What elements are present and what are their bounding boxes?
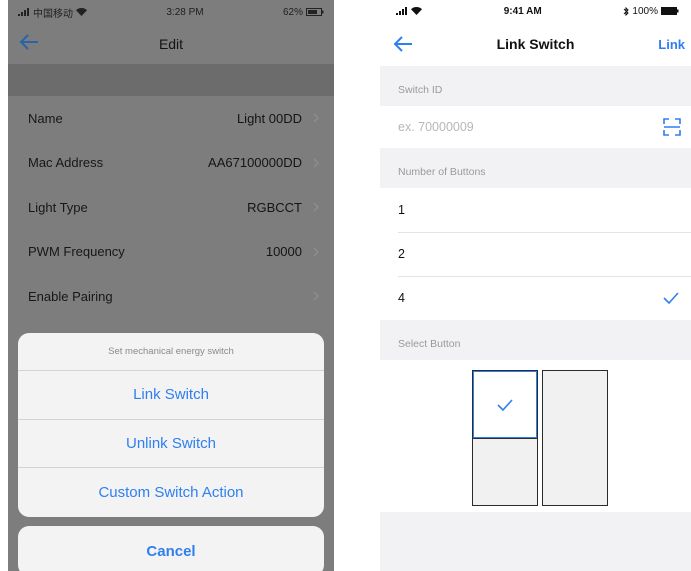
select-button-header: Select Button xyxy=(380,320,691,360)
back-arrow-icon[interactable] xyxy=(18,30,40,54)
battery-percent: 62% xyxy=(282,6,303,18)
link-button[interactable]: Link xyxy=(658,22,685,66)
row-label: PWM Frequency xyxy=(28,244,125,260)
page-title: Edit xyxy=(158,36,184,52)
link-switch-option[interactable]: Link Switch xyxy=(18,371,324,420)
nav-bar: Link Switch Link xyxy=(380,22,691,66)
battery-status: 100% xyxy=(623,6,679,17)
cancel-button[interactable]: Cancel xyxy=(18,526,324,571)
link-switch-screen: 9:41 AM 100% Link Switch Link Switch ID … xyxy=(380,0,691,571)
switch-id-header: Switch ID xyxy=(380,66,691,106)
back-arrow-icon[interactable] xyxy=(392,33,414,55)
signal-status xyxy=(396,7,422,15)
checkmark-icon xyxy=(497,398,513,411)
wifi-icon xyxy=(411,7,422,15)
bluetooth-icon xyxy=(624,6,630,16)
status-time: 9:41 AM xyxy=(503,5,542,17)
chevron-right-icon xyxy=(313,202,319,212)
row-light-type[interactable]: Light Type RGBCCT xyxy=(8,185,334,230)
button-count-option-1[interactable]: 1 xyxy=(380,188,691,232)
number-of-buttons-header: Number of Buttons xyxy=(380,148,691,188)
action-sheet: Set mechanical energy switch Link Switch… xyxy=(18,333,324,517)
carrier-name: 中国移动 xyxy=(33,8,73,20)
switch-panel-left xyxy=(472,370,538,506)
row-enable-pairing[interactable]: Enable Pairing xyxy=(8,274,334,319)
unlink-switch-option[interactable]: Unlink Switch xyxy=(18,420,324,469)
battery-icon xyxy=(305,8,324,16)
row-pwm-frequency[interactable]: PWM Frequency 10000 xyxy=(8,230,334,275)
chevron-right-icon xyxy=(313,113,319,123)
row-value: Light 00DD xyxy=(236,110,302,126)
option-label: 4 xyxy=(398,291,405,305)
bottom-space xyxy=(380,512,691,571)
row-label: Enable Pairing xyxy=(28,288,113,304)
switch-button-right[interactable] xyxy=(542,370,608,506)
option-label: 1 xyxy=(398,203,405,217)
signal-icon xyxy=(396,7,407,15)
action-sheet-title: Set mechanical energy switch xyxy=(18,333,324,371)
button-selector xyxy=(380,360,691,512)
row-value: 10000 xyxy=(265,244,302,260)
wifi-icon xyxy=(76,8,87,16)
option-label: 2 xyxy=(398,247,405,261)
battery-status: 62% xyxy=(283,7,324,18)
switch-button-top-left[interactable] xyxy=(473,371,537,438)
battery-icon xyxy=(661,7,679,15)
row-mac-address[interactable]: Mac Address AA67100000DD xyxy=(8,141,334,186)
chevron-right-icon xyxy=(313,158,319,168)
settings-list: Name Light 00DD Mac Address AA67100000DD… xyxy=(8,96,334,319)
status-bar: 9:41 AM 100% xyxy=(380,0,691,22)
nav-bar: Edit xyxy=(8,24,334,64)
page-title: Link Switch xyxy=(496,36,575,52)
section-gap xyxy=(8,64,334,96)
row-label: Name xyxy=(28,110,63,126)
switch-id-row xyxy=(380,106,691,148)
edit-screen: 中国移动 3:28 PM 62% Edit Name Light 00DD Ma… xyxy=(8,0,334,571)
status-bar: 中国移动 3:28 PM 62% xyxy=(8,0,334,24)
button-count-option-2[interactable]: 2 xyxy=(380,232,691,276)
row-label: Mac Address xyxy=(28,155,104,171)
status-time: 3:28 PM xyxy=(166,6,204,18)
switch-id-input[interactable] xyxy=(398,120,663,134)
signal-icon xyxy=(18,8,29,16)
carrier-status: 中国移动 xyxy=(18,5,87,20)
switch-button-bottom-left[interactable] xyxy=(473,438,537,505)
row-value: RGBCCT xyxy=(247,199,302,215)
battery-percent: 100% xyxy=(632,5,658,17)
row-value: AA67100000DD xyxy=(208,155,302,171)
button-count-list: 1 2 4 xyxy=(380,188,691,320)
scan-qr-icon[interactable] xyxy=(663,118,681,136)
chevron-right-icon xyxy=(313,291,319,301)
button-count-option-4[interactable]: 4 xyxy=(380,276,691,320)
chevron-right-icon xyxy=(313,247,319,257)
checkmark-icon xyxy=(663,292,679,304)
row-label: Light Type xyxy=(28,199,88,215)
custom-switch-action-option[interactable]: Custom Switch Action xyxy=(18,468,324,517)
row-name[interactable]: Name Light 00DD xyxy=(8,96,334,141)
